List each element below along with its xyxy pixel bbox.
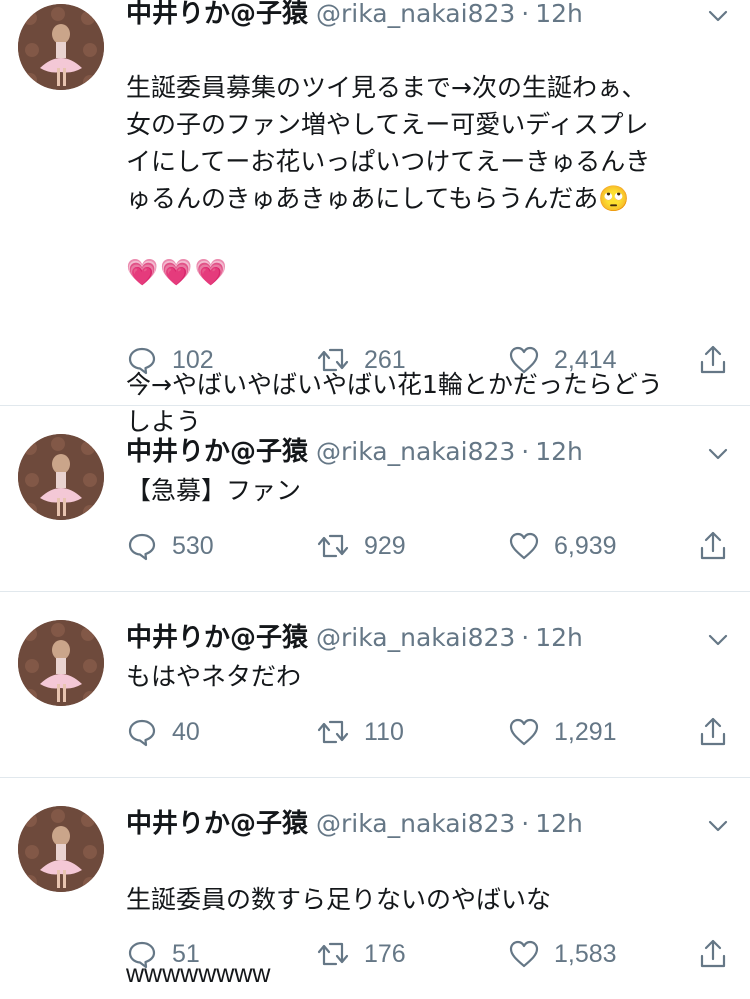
user-handle[interactable]: @rika_nakai823 (316, 0, 515, 28)
reply-icon (128, 941, 156, 969)
heart-icon (509, 940, 539, 968)
separator-dot: · (521, 0, 530, 28)
avatar[interactable] (18, 4, 104, 90)
like-count: 6,939 (554, 531, 617, 560)
user-handle[interactable]: @rika_nakai823 (316, 437, 515, 466)
chevron-down-icon[interactable] (706, 628, 730, 652)
reply-count: 51 (172, 939, 200, 968)
user-handle[interactable]: @rika_nakai823 (316, 809, 515, 838)
tweet-text-main: 生誕委員の数すら足りないのやばいな (126, 885, 552, 914)
tweet[interactable]: 中井りか@子猿 @rika_nakai823 · 12h もはやネタだわ 40 110… (0, 592, 750, 778)
retweet-icon (317, 348, 349, 372)
like-count: 2,414 (554, 345, 617, 374)
separator-dot: · (521, 437, 530, 466)
tweet[interactable]: 中井りか@子猿 @rika_nakai823 · 12h 生誕委員募集のツイ見るまで→… (0, 0, 750, 436)
retweet-button[interactable]: 176 (316, 934, 406, 974)
share-button[interactable] (698, 526, 728, 566)
reply-count: 40 (172, 717, 200, 746)
share-icon (700, 717, 726, 746)
user-handle[interactable]: @rika_nakai823 (316, 623, 515, 652)
retweet-count: 261 (364, 345, 406, 374)
reply-button[interactable]: 102 (126, 340, 214, 380)
like-button[interactable]: 6,939 (508, 526, 617, 566)
reply-count: 530 (172, 531, 214, 560)
retweet-button[interactable]: 929 (316, 526, 406, 566)
reply-icon (128, 719, 156, 747)
chevron-down-icon[interactable] (706, 4, 730, 28)
reply-button[interactable]: 51 (126, 934, 200, 974)
chevron-down-icon[interactable] (706, 442, 730, 466)
like-button[interactable]: 2,414 (508, 340, 617, 380)
reply-count: 102 (172, 345, 214, 374)
reply-icon (128, 347, 156, 375)
retweet-count: 176 (364, 939, 406, 968)
heart-icon (509, 718, 539, 746)
tweet-text-main: 生誕委員募集のツイ見るまで→次の生誕わぁ、 女の子のファン増やしてえー可愛いディ… (126, 73, 651, 213)
timestamp[interactable]: 12h (535, 437, 583, 466)
share-button[interactable] (698, 934, 728, 974)
tweet-text: 【急募】ファン (126, 476, 302, 505)
share-icon (700, 531, 726, 560)
display-name[interactable]: 中井りか@子猿 (126, 809, 308, 839)
like-count: 1,583 (554, 939, 617, 968)
reply-button[interactable]: 530 (126, 526, 214, 566)
retweet-icon (317, 942, 349, 966)
avatar[interactable] (18, 806, 104, 892)
share-button[interactable] (698, 712, 728, 752)
retweet-button[interactable]: 110 (316, 712, 404, 752)
heart-icon (509, 346, 539, 374)
separator-dot: · (521, 809, 530, 838)
avatar[interactable] (18, 620, 104, 706)
retweet-icon (317, 534, 349, 558)
chevron-down-icon[interactable] (706, 814, 730, 838)
retweet-count: 110 (364, 717, 404, 746)
timestamp[interactable]: 12h (535, 809, 583, 838)
retweet-icon (317, 720, 349, 744)
timestamp[interactable]: 12h (535, 0, 583, 28)
tweet-actions: 530 929 6,939 (126, 526, 726, 566)
separator-dot: · (521, 623, 530, 652)
share-button[interactable] (698, 340, 728, 380)
tweet-actions: 40 110 1,291 (126, 712, 726, 752)
retweet-count: 929 (364, 531, 406, 560)
tweet-text: もはやネタだわ (126, 662, 302, 691)
share-icon (700, 345, 726, 374)
like-button[interactable]: 1,583 (508, 934, 617, 974)
tweet-actions: 102 261 2,414 (126, 340, 726, 380)
tweet-actions: 51 176 1,583 (126, 934, 726, 974)
like-button[interactable]: 1,291 (508, 712, 617, 752)
retweet-button[interactable]: 261 (316, 340, 406, 380)
timestamp[interactable]: 12h (535, 623, 583, 652)
like-count: 1,291 (554, 717, 617, 746)
reply-icon (128, 533, 156, 561)
display-name[interactable]: 中井りか@子猿 (126, 437, 308, 467)
display-name[interactable]: 中井りか@子猿 (126, 0, 308, 29)
tweet[interactable]: 中井りか@子猿 @rika_nakai823 · 12h 生誕委員の数すら足りないのや… (0, 778, 750, 999)
hearts-emoji: 💗💗💗 (126, 258, 230, 288)
share-icon (700, 939, 726, 968)
avatar[interactable] (18, 434, 104, 520)
heart-icon (509, 532, 539, 560)
tweet[interactable]: 中井りか@子猿 @rika_nakai823 · 12h 【急募】ファン 530 92… (0, 406, 750, 592)
display-name[interactable]: 中井りか@子猿 (126, 623, 308, 653)
reply-button[interactable]: 40 (126, 712, 200, 752)
